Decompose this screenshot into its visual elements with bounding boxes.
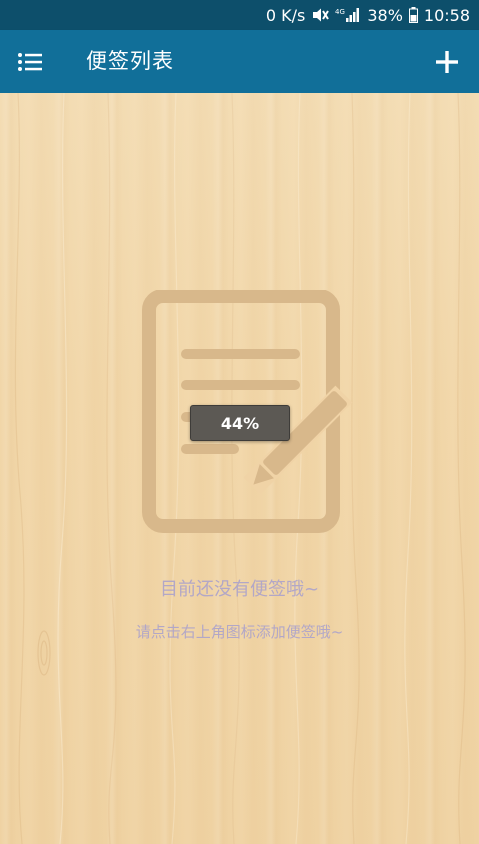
- page-title: 便签列表: [86, 49, 174, 73]
- note-list-area: 目前还没有便签哦~ 请点击右上角图标添加便签哦~: [0, 93, 479, 844]
- empty-state-hint: 请点击右上角图标添加便签哦~: [135, 623, 344, 641]
- progress-toast: 44%: [190, 405, 290, 441]
- battery-icon: [408, 7, 418, 23]
- menu-button[interactable]: [14, 46, 46, 78]
- empty-state-title: 目前还没有便签哦~: [159, 579, 320, 600]
- clock: 10:58: [423, 5, 470, 25]
- mute-icon: [311, 7, 330, 23]
- signal-icon: 4G: [335, 7, 361, 23]
- app-bar: 便签列表: [0, 30, 479, 93]
- add-note-button[interactable]: [431, 46, 463, 78]
- status-bar: 0 K/s 4G 38% 10:58: [0, 0, 479, 30]
- app-screen: 0 K/s 4G 38% 10:58 便签列表 目前还没有便签哦~ 请点击右上角…: [0, 0, 479, 844]
- plus-icon: [436, 51, 458, 73]
- network-type: 4G: [335, 8, 345, 16]
- net-speed: 0 K/s: [265, 5, 306, 25]
- list-menu-icon: [18, 53, 42, 71]
- battery-percent: 38%: [367, 5, 403, 25]
